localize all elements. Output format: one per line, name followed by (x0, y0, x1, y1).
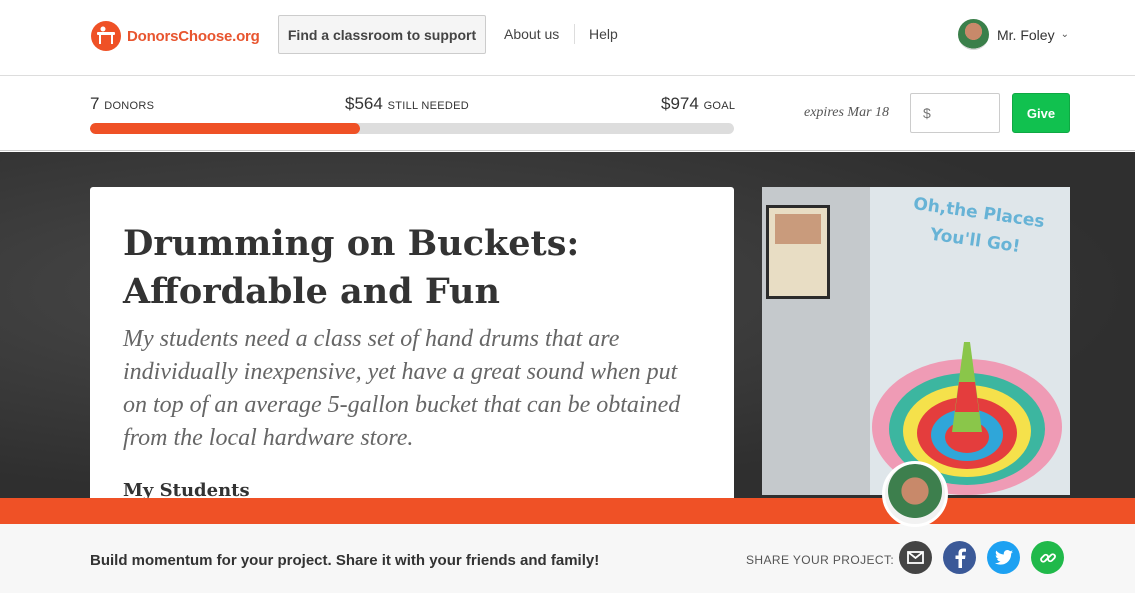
avatar (958, 19, 989, 50)
section-heading: My Students (123, 480, 250, 498)
mail-icon[interactable] (899, 541, 932, 574)
nav-about-us[interactable]: About us (504, 26, 559, 42)
goal-amount: $974 (661, 94, 699, 113)
expiration-date: expires Mar 18 (804, 105, 890, 120)
share-label: SHARE YOUR PROJECT: (746, 553, 895, 567)
needed-amount: $564 (345, 94, 383, 113)
share-message: Build momentum for your project. Share i… (90, 552, 600, 569)
needed-label: STILL NEEDED (387, 100, 470, 112)
site-header: DonorsChoose.org Find a classroom to sup… (0, 0, 1135, 76)
goal-stat: $974 GOAL (661, 94, 735, 114)
logo-icon (91, 21, 121, 51)
donation-amount-input[interactable] (910, 93, 1000, 133)
logo[interactable]: DonorsChoose.org (90, 19, 260, 53)
project-title: Drumming on Buckets: Affordable and Fun (123, 223, 580, 312)
chevron-down-icon: ⌄ (1060, 29, 1069, 40)
give-button[interactable]: Give (1012, 93, 1070, 133)
share-bar: Build momentum for your project. Share i… (0, 524, 1135, 593)
funding-progress-fill (90, 123, 361, 134)
goal-label: GOAL (703, 100, 736, 112)
project-card: Drumming on Buckets: Affordable and Fun … (90, 187, 734, 498)
framed-picture (766, 205, 830, 299)
classroom-photo: Oh,the Places You'll Go! (762, 187, 1070, 495)
donors-stat: 7 DONORS (90, 94, 154, 114)
funding-bar: 7 DONORS $564 STILL NEEDED $974 GOAL exp… (0, 77, 1135, 151)
nav-help[interactable]: Help (589, 26, 618, 42)
nav-divider (574, 24, 575, 44)
link-icon[interactable] (1031, 541, 1064, 574)
logo-text: DonorsChoose.org (127, 27, 260, 45)
find-classroom-button[interactable]: Find a classroom to support (278, 15, 486, 54)
donors-label: DONORS (104, 100, 155, 112)
facebook-icon[interactable] (943, 541, 976, 574)
user-menu[interactable]: Mr. Foley ⌄ (958, 19, 1069, 50)
still-needed-stat: $564 STILL NEEDED (345, 94, 469, 114)
twitter-icon[interactable] (987, 541, 1020, 574)
accent-strip (0, 498, 1135, 524)
donors-count: 7 (90, 94, 100, 113)
project-description: My students need a class set of hand dru… (123, 326, 681, 451)
teacher-avatar (882, 461, 948, 527)
funding-progress-track (90, 123, 734, 134)
user-name: Mr. Foley (997, 26, 1055, 43)
project-hero: Drumming on Buckets: Affordable and Fun … (0, 152, 1135, 498)
